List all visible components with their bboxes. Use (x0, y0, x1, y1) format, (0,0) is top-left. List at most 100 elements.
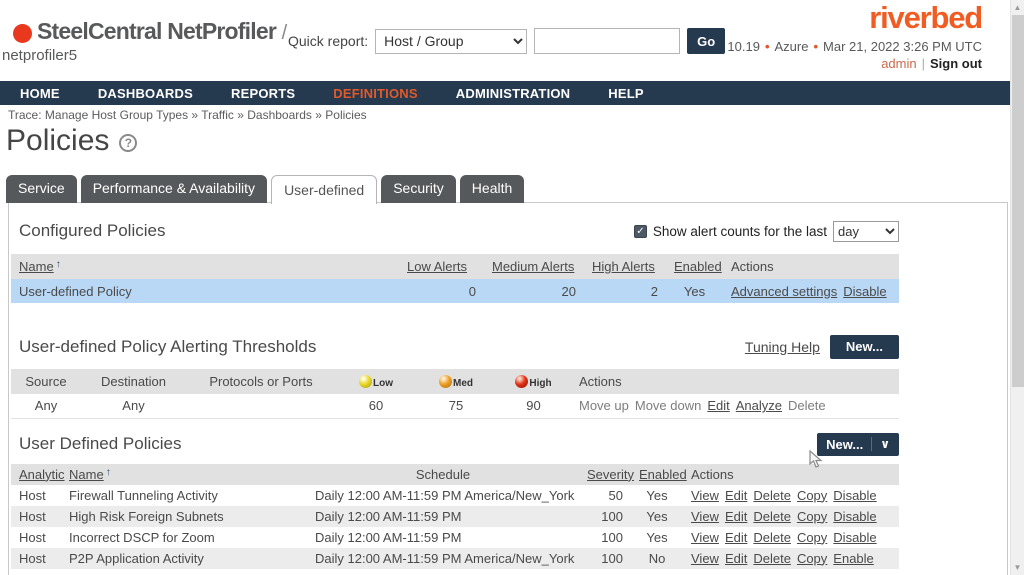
delete-link[interactable]: Delete (753, 488, 791, 503)
schedule-cell: Daily 12:00 AM-11:59 PM (307, 505, 579, 527)
bullet-icon: • (764, 39, 770, 54)
column-header-destination: Destination (100, 374, 167, 389)
enabled-cell: Yes (631, 505, 683, 527)
policy-name-cell: Firewall Tunneling Activity (69, 487, 218, 503)
scroll-up-icon[interactable]: ▲ (1011, 3, 1024, 12)
scrollbar-thumb[interactable] (1012, 15, 1024, 387)
configured-policies-table: Name ↑ Low Alerts Medium Alerts High Aler… (11, 254, 899, 303)
button-divider (871, 437, 873, 451)
column-header-name[interactable]: Name (69, 467, 104, 482)
product-slash: / (281, 22, 288, 44)
column-header-enabled[interactable]: Enabled (639, 467, 687, 482)
quick-report-select[interactable]: Host / Group (375, 28, 528, 54)
disable-link[interactable]: Disable (833, 488, 876, 503)
actions-cell: View Edit Delete Copy Enable (683, 547, 899, 569)
column-header-actions: Actions (579, 374, 622, 389)
user-defined-policies-header-row: Analytic Name ↑ Schedule Severity Enabled… (11, 463, 899, 485)
edit-link[interactable]: Edit (725, 488, 747, 503)
column-header-name[interactable]: Name (19, 259, 54, 274)
disable-link[interactable]: Disable (843, 284, 886, 299)
show-alert-counts-checkbox[interactable]: ✓ (633, 224, 647, 238)
admin-user-link[interactable]: admin (881, 56, 916, 71)
column-header-protocols: Protocols or Ports (209, 374, 313, 389)
column-header-analytic[interactable]: Analytic (19, 467, 65, 482)
view-link[interactable]: View (691, 509, 719, 524)
column-header-high-alerts[interactable]: High Alerts (592, 259, 655, 274)
alert-period-select[interactable]: day (833, 220, 899, 242)
nav-item-definitions[interactable]: DEFINITIONS (333, 86, 418, 101)
actions-cell: View Edit Delete Copy Disable (683, 527, 899, 548)
actions-cell: View Edit Delete Copy Disable (683, 505, 899, 527)
copy-link[interactable]: Copy (797, 530, 827, 545)
edit-link[interactable]: Edit (725, 551, 747, 566)
med-threshold-cell: 75 (416, 394, 496, 419)
threshold-row: Any Any 60 75 90 Move up Move down Edit Ana… (11, 394, 899, 419)
low-threshold-cell: 60 (336, 394, 416, 419)
column-header-actions: Actions (691, 466, 734, 482)
configured-policy-row[interactable]: User-defined Policy 0 20 2 Yes Advanced … (11, 279, 899, 303)
policy-name-cell: P2P Application Activity (61, 547, 307, 569)
edit-link[interactable]: Edit (725, 530, 747, 545)
column-header-severity[interactable]: Severity (587, 467, 634, 482)
vertical-scrollbar[interactable]: ▲ ▼ (1010, 0, 1024, 575)
nav-item-reports[interactable]: REPORTS (231, 86, 295, 101)
copy-link[interactable]: Copy (797, 509, 827, 524)
schedule-cell: Daily 12:00 AM-11:59 PM (315, 529, 462, 545)
edit-link[interactable]: Edit (707, 398, 729, 413)
delete-link[interactable]: Delete (753, 530, 791, 545)
advanced-settings-link[interactable]: Advanced settings (731, 284, 837, 299)
nav-item-administration[interactable]: ADMINISTRATION (456, 86, 571, 101)
help-icon[interactable]: ? (119, 134, 138, 152)
analytic-cell: Host (11, 505, 61, 527)
new-threshold-button[interactable]: New... (829, 334, 899, 359)
scroll-down-icon[interactable]: ▼ (1011, 563, 1024, 572)
analytic-cell: Host (19, 487, 46, 503)
quick-report-group: Quick report: Host / Group Go (288, 28, 726, 54)
enabled-cell: Yes (666, 279, 723, 303)
thresholds-heading: User-defined Policy Alerting Thresholds (19, 336, 317, 356)
go-button[interactable]: Go (687, 28, 726, 54)
quick-report-search-input[interactable] (534, 28, 681, 54)
view-link[interactable]: View (691, 551, 719, 566)
nav-item-home[interactable]: HOME (20, 86, 60, 101)
disable-link[interactable]: Disable (833, 509, 876, 524)
low-severity-label: Low (373, 378, 393, 389)
version-label: 10.19 (727, 39, 760, 54)
high-threshold-cell: 90 (496, 394, 571, 419)
user-defined-policies-header-bar: User Defined Policies New... ∨ (11, 432, 899, 456)
sort-asc-icon: ↑ (55, 259, 61, 270)
medium-alerts-cell: 20 (484, 279, 584, 303)
tuning-help-link[interactable]: Tuning Help (745, 339, 820, 355)
severity-cell: 50 (608, 487, 623, 503)
edit-link[interactable]: Edit (725, 509, 747, 524)
view-link[interactable]: View (691, 488, 719, 503)
analyze-link[interactable]: Analyze (736, 398, 782, 413)
datetime-label: Mar 21, 2022 3:26 PM UTC (823, 39, 982, 54)
copy-link[interactable]: Copy (797, 488, 827, 503)
low-alerts-cell: 0 (399, 279, 484, 303)
tab-performance-availability[interactable]: Performance & Availability (80, 175, 268, 203)
move-up-action: Move up (579, 398, 629, 414)
nav-item-help[interactable]: HELP (608, 86, 643, 101)
new-policy-split-button[interactable]: New... ∨ (817, 432, 899, 456)
tab-health[interactable]: Health (459, 175, 525, 203)
delete-link[interactable]: Delete (753, 551, 791, 566)
tab-service[interactable]: Service (6, 175, 77, 203)
column-header-medium-alerts[interactable]: Medium Alerts (492, 259, 574, 274)
chevron-down-icon[interactable]: ∨ (880, 437, 890, 451)
enable-link[interactable]: Enable (833, 551, 873, 566)
copy-link[interactable]: Copy (797, 551, 827, 566)
tab-security[interactable]: Security (381, 175, 456, 203)
destination-cell: Any (81, 394, 186, 419)
policy-tabs: Service Performance & Availability User-… (6, 174, 525, 204)
tab-user-defined[interactable]: User-defined (271, 175, 378, 204)
sign-out-link[interactable]: Sign out (930, 56, 982, 71)
delete-link[interactable]: Delete (753, 509, 791, 524)
page-title: Policies (6, 124, 110, 157)
disable-link[interactable]: Disable (833, 530, 876, 545)
policy-row-p2p-application: Host P2P Application Activity Daily 12:0… (11, 547, 899, 569)
view-link[interactable]: View (691, 530, 719, 545)
column-header-enabled[interactable]: Enabled (674, 259, 722, 274)
nav-item-dashboards[interactable]: DASHBOARDS (98, 86, 193, 101)
column-header-low-alerts[interactable]: Low Alerts (407, 259, 467, 274)
